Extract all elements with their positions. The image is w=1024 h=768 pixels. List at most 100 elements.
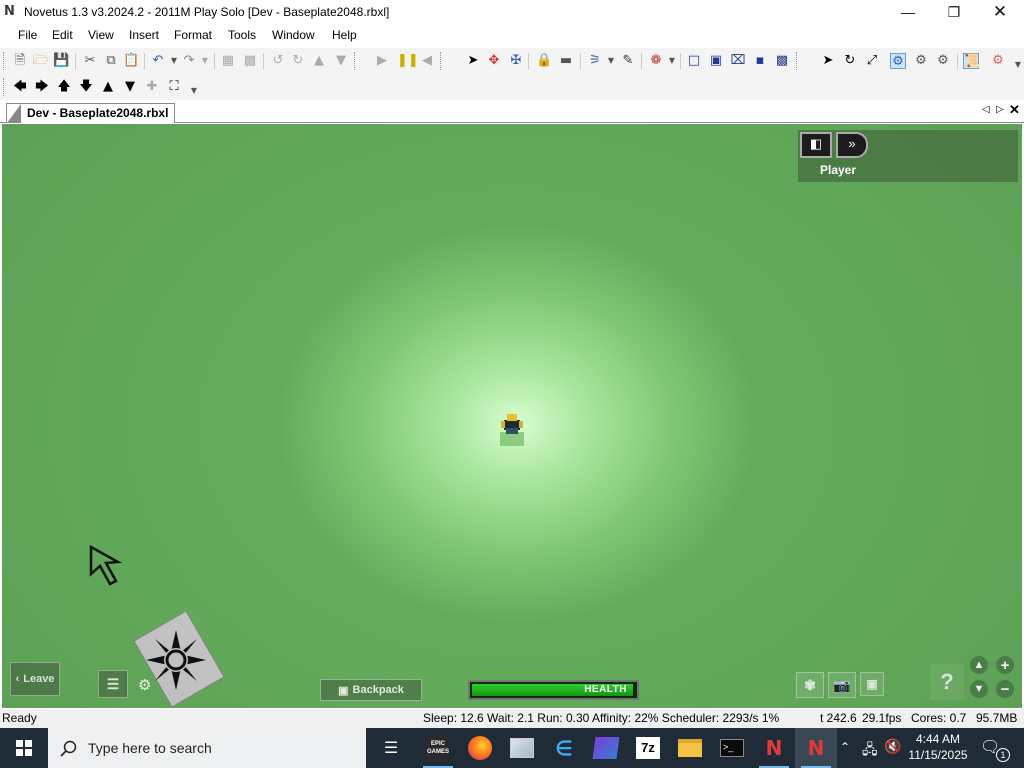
weld-icon[interactable]: ▣	[708, 53, 724, 69]
chat-toggle-icon[interactable]: ◧	[800, 132, 832, 158]
camera-left-icon[interactable]: 🡄	[12, 79, 28, 95]
camera-tilt-icon[interactable]: ⚙	[935, 53, 951, 69]
pause-icon[interactable]: ❚❚	[397, 53, 419, 69]
document-tab[interactable]: Dev - Baseplate2048.rbxl	[6, 103, 176, 123]
leave-button[interactable]: ‹ Leave	[10, 662, 60, 696]
menu-file[interactable]: File	[18, 28, 37, 42]
tab-scroll-right-icon[interactable]: ▷	[996, 104, 1004, 115]
screenshot-camera-icon[interactable]: 📷	[828, 672, 856, 698]
zoom-extents-icon[interactable]: ⛶	[166, 79, 182, 95]
fullscreen-icon[interactable]: ▣	[860, 672, 884, 696]
zoom-in-button[interactable]: +	[996, 656, 1014, 674]
hinge-icon[interactable]: ▪	[752, 53, 768, 69]
motor-icon[interactable]: ▩	[774, 53, 790, 69]
camera-zoom-icon[interactable]: ⚙	[913, 53, 929, 69]
surface-dropdown-icon[interactable]: ▼	[664, 53, 680, 69]
toolbar2-overflow-icon[interactable]: ▼	[186, 83, 202, 99]
toolbar-grip[interactable]	[3, 52, 11, 70]
7zip-icon[interactable]: 7z	[627, 728, 669, 768]
rotate-left-icon[interactable]: ↺	[270, 53, 286, 69]
camera-down-icon[interactable]: 🡇	[78, 79, 94, 95]
novetus-player-icon[interactable]: N	[795, 728, 837, 768]
file-explorer-icon[interactable]	[669, 728, 711, 768]
toolbar-grip[interactable]	[796, 52, 804, 70]
anchor-line-icon[interactable]: ▬	[558, 53, 574, 69]
tilt-icon[interactable]: ↻	[290, 53, 306, 69]
menu-format[interactable]: Format	[174, 28, 212, 42]
taskbar-clock[interactable]: 4:44 AM 11/15/2025	[902, 731, 974, 763]
pattern-app-icon[interactable]	[585, 728, 627, 768]
minimize-button[interactable]: —	[885, 0, 931, 24]
camera-tilt-up-icon[interactable]: ▲	[100, 79, 116, 95]
redo-icon[interactable]: ↷	[181, 53, 197, 69]
settings-tools-icon[interactable]: ⚙	[990, 53, 1006, 69]
close-document-icon[interactable]: ✕	[1009, 102, 1020, 118]
camera-up-button[interactable]: ▲	[970, 656, 988, 674]
move-up-icon[interactable]: ▲	[311, 53, 327, 69]
glue-icon[interactable]: ⌧	[730, 53, 746, 69]
script-icon[interactable]: 📜	[963, 53, 980, 69]
overflow-chevron-icon[interactable]: ▼	[1010, 57, 1024, 73]
drop-icon[interactable]: □	[686, 53, 702, 69]
camera-down-button[interactable]: ▼	[970, 680, 988, 698]
firefox-icon[interactable]	[459, 728, 501, 768]
menu-list-icon[interactable]: ☰	[98, 670, 128, 698]
pointer-tool-icon[interactable]: ➤	[820, 53, 836, 69]
reset-icon[interactable]: ◀	[419, 53, 435, 69]
scale-tool-icon[interactable]: ⤢	[864, 53, 880, 69]
menu-help[interactable]: Help	[332, 28, 357, 42]
redo-dropdown-icon[interactable]: ▼	[197, 53, 213, 69]
expand-players-icon[interactable]: »	[836, 132, 868, 158]
mouselock-icon[interactable]: ✾	[796, 672, 824, 698]
material-brush-icon[interactable]: ✎	[620, 53, 636, 69]
toolbar-grip[interactable]	[440, 52, 448, 70]
save-icon[interactable]: 💾	[53, 53, 69, 69]
zoom-in-icon[interactable]: ✚	[144, 79, 160, 95]
cut-icon[interactable]: ✂	[82, 53, 98, 69]
copy-icon[interactable]: ⧉	[103, 53, 119, 69]
start-button[interactable]	[0, 728, 48, 768]
tray-chevron-up-icon[interactable]: ⌃	[840, 740, 850, 754]
volume-muted-icon[interactable]: 🔇	[884, 738, 901, 755]
group-icon[interactable]: ▦	[220, 53, 236, 69]
open-folder-icon[interactable]: 🗁	[33, 53, 49, 69]
undo-dropdown-icon[interactable]: ▼	[166, 53, 182, 69]
maximize-button[interactable]: ❐	[931, 0, 977, 24]
new-file-icon[interactable]: 🗎	[12, 53, 28, 69]
zoom-out-button[interactable]: −	[996, 680, 1014, 698]
close-button[interactable]: ✕	[977, 0, 1023, 24]
visual-studio-icon[interactable]: ∈	[543, 728, 585, 768]
game-viewport[interactable]: ◧ » Player ‹ Leave ☰ ⚙ ▣ Backpack HEALTH…	[2, 124, 1022, 708]
paint-dropdown-icon[interactable]: ▼	[603, 53, 619, 69]
paste-icon[interactable]: 📋	[123, 53, 139, 69]
camera-pan-icon[interactable]: ⚙	[890, 53, 906, 69]
novetus-launcher-icon[interactable]: N	[753, 728, 795, 768]
toolbar-grip[interactable]	[354, 52, 362, 70]
menu-window[interactable]: Window	[272, 28, 315, 42]
undo-icon[interactable]: ↶	[150, 53, 166, 69]
lock-icon[interactable]: 🔒	[536, 53, 552, 69]
image-viewer-icon[interactable]	[501, 728, 543, 768]
tab-scroll-left-icon[interactable]: ◁	[982, 104, 990, 115]
move-down-icon[interactable]: ▼	[333, 53, 349, 69]
move-tool-icon[interactable]: ✥	[486, 53, 502, 69]
network-icon[interactable]: 🖧	[862, 739, 878, 763]
player-name[interactable]: Player	[820, 163, 856, 177]
surface-icon[interactable]: ❁	[648, 53, 664, 69]
toolbar-grip[interactable]	[3, 78, 11, 96]
menu-insert[interactable]: Insert	[129, 28, 159, 42]
backpack-button[interactable]: ▣ Backpack	[320, 679, 422, 701]
settings-gear-icon[interactable]: ⚙	[138, 676, 151, 694]
resize-tool-icon[interactable]: ✠	[508, 53, 524, 69]
rotate-tool-icon[interactable]: ↻	[842, 53, 858, 69]
paint-bucket-icon[interactable]: ⚞	[587, 53, 603, 69]
epic-games-icon[interactable]: EPIC GAMES	[417, 728, 459, 768]
terminal-icon[interactable]: >_	[711, 728, 753, 768]
camera-up-icon[interactable]: 🡅	[56, 79, 72, 95]
camera-right-icon[interactable]: 🡆	[34, 79, 50, 95]
menu-edit[interactable]: Edit	[52, 28, 73, 42]
taskbar-search[interactable]: Type here to search	[48, 728, 366, 768]
play-icon[interactable]: ▶	[374, 53, 390, 69]
task-view-icon[interactable]: ☰	[370, 728, 412, 768]
camera-tilt-down-icon[interactable]: ▼	[122, 79, 138, 95]
